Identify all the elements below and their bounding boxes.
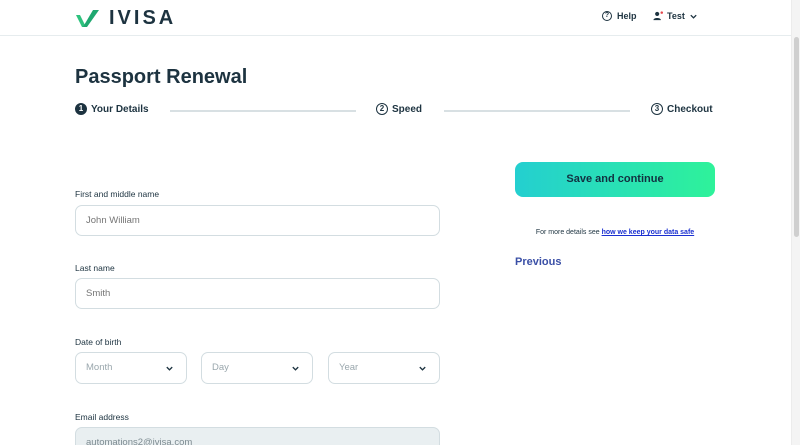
help-circle-icon: ? bbox=[602, 11, 612, 21]
step-speed: 2 Speed bbox=[376, 103, 422, 115]
dob-day-placeholder: Day bbox=[212, 362, 229, 373]
chevron-down-icon bbox=[292, 366, 299, 371]
step-number: 1 bbox=[75, 103, 87, 115]
dob-year-placeholder: Year bbox=[339, 362, 359, 373]
step-label: Speed bbox=[392, 103, 423, 115]
last-name-input[interactable] bbox=[75, 278, 440, 309]
step-label: Your Details bbox=[91, 103, 149, 115]
page-scrollbar[interactable] bbox=[791, 0, 800, 445]
dob-day-select[interactable]: Day bbox=[201, 352, 313, 384]
first-name-label: First and middle name bbox=[75, 189, 160, 199]
help-label: Help bbox=[617, 11, 637, 21]
help-link[interactable]: ? Help bbox=[602, 11, 637, 21]
top-header: IVISA ? Help Test bbox=[0, 0, 800, 36]
user-icon bbox=[653, 11, 663, 21]
brand-name: IVISA bbox=[109, 7, 177, 29]
step-number: 3 bbox=[651, 103, 663, 115]
chevron-down-icon bbox=[690, 14, 697, 19]
step-your-details: 1 Your Details bbox=[75, 103, 149, 115]
dob-month-select[interactable]: Month bbox=[75, 352, 187, 384]
user-name: Test bbox=[667, 11, 685, 21]
email-input[interactable]: automations2@ivisa.com bbox=[75, 427, 440, 445]
last-name-label: Last name bbox=[75, 263, 115, 273]
dob-year-select[interactable]: Year bbox=[328, 352, 440, 384]
first-name-input[interactable] bbox=[75, 205, 440, 236]
chevron-down-icon bbox=[419, 366, 426, 371]
brand-logo[interactable]: IVISA bbox=[75, 7, 176, 30]
page-title: Passport Renewal bbox=[75, 66, 248, 88]
step-connector bbox=[444, 110, 630, 112]
scrollbar-thumb[interactable] bbox=[794, 37, 799, 237]
step-number: 2 bbox=[376, 103, 388, 115]
dob-label: Date of birth bbox=[75, 337, 122, 347]
dob-month-placeholder: Month bbox=[86, 362, 113, 373]
save-and-continue-button[interactable]: Save and continue bbox=[515, 162, 715, 197]
step-connector bbox=[170, 110, 356, 112]
data-safety-link[interactable]: how we keep your data safe bbox=[602, 229, 695, 236]
user-menu[interactable]: Test bbox=[653, 11, 698, 21]
previous-button[interactable]: Previous bbox=[515, 256, 561, 268]
data-safety-text: For more details see bbox=[535, 229, 602, 236]
email-value: automations2@ivisa.com bbox=[86, 437, 193, 445]
ivisa-check-logo-icon bbox=[76, 9, 99, 27]
chevron-down-icon bbox=[166, 366, 173, 371]
email-label: Email address bbox=[75, 412, 129, 422]
step-checkout: 3 Checkout bbox=[651, 103, 713, 115]
data-safety-note: For more details see how we keep your da… bbox=[515, 229, 715, 236]
step-label: Checkout bbox=[667, 103, 713, 115]
